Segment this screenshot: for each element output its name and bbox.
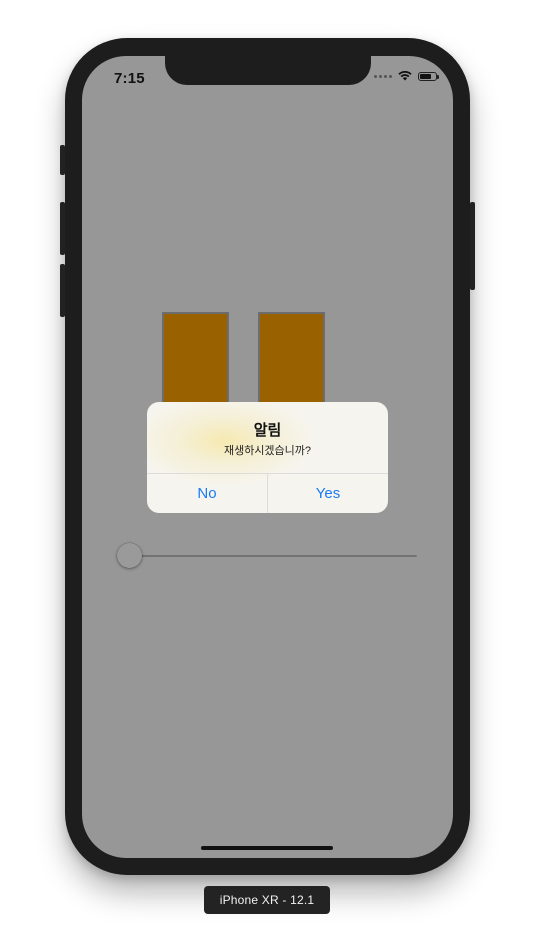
home-indicator[interactable] <box>201 846 333 850</box>
pause-bar-left <box>162 312 229 408</box>
device-label: iPhone XR - 12.1 <box>204 886 330 914</box>
device-screen: 7:15 알림 재생하시겠습니까? No Yes <box>82 56 453 858</box>
cellular-dots-icon <box>374 74 392 78</box>
alert-message: 재생하시겠습니까? <box>223 445 312 457</box>
slider-thumb[interactable] <box>117 543 142 568</box>
status-icons <box>374 71 439 81</box>
silent-switch <box>60 145 65 175</box>
alert-dialog: 알림 재생하시겠습니까? No Yes <box>147 402 388 513</box>
notch <box>165 56 371 85</box>
alert-yes-button[interactable]: Yes <box>268 474 388 513</box>
slider-track <box>128 555 417 557</box>
alert-title: 알림 <box>253 422 282 439</box>
status-time: 7:15 <box>114 70 145 87</box>
power-button <box>470 202 475 290</box>
alert-no-button[interactable]: No <box>147 474 267 513</box>
battery-icon <box>418 71 439 81</box>
pause-bar-right <box>258 312 325 408</box>
wifi-icon <box>398 71 412 81</box>
volume-up-button <box>60 202 65 255</box>
volume-down-button <box>60 264 65 317</box>
simulator-stage: 7:15 알림 재생하시겠습니까? No Yes iPhone XR - 12.… <box>0 0 535 950</box>
